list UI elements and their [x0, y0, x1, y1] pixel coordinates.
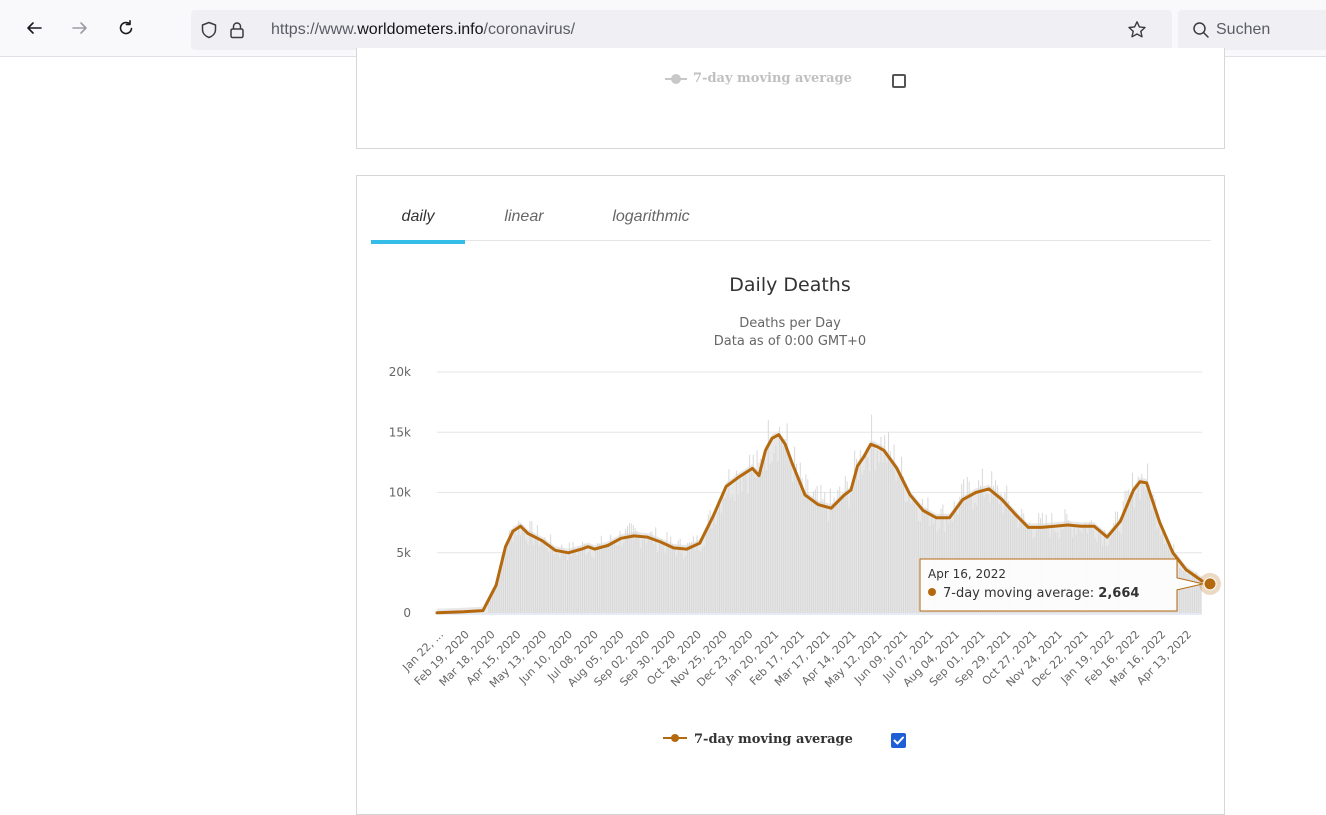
search-placeholder: Suchen — [1216, 21, 1271, 38]
legend-item-top[interactable]: 7-day moving average — [665, 71, 852, 86]
url-path: /coronavirus/ — [483, 21, 576, 38]
tooltip-series-label: 7-day moving average: — [943, 586, 1094, 601]
x-axis-ticks: Jan 22, ...Feb 19, 2020Mar 18, 2020Apr 1… — [399, 628, 1194, 690]
y-tick-label: 15k — [389, 425, 411, 439]
tooltip-value: 2,664 — [1098, 586, 1139, 601]
legend-marker-dot — [671, 734, 679, 742]
forward-button[interactable] — [66, 14, 94, 42]
previous-chart-panel: 7-day moving average — [356, 48, 1225, 149]
tooltip: Apr 16, 2022 7-day moving average: 2,664 — [919, 558, 1204, 612]
shield-icon[interactable] — [199, 20, 219, 40]
tooltip-date: Apr 16, 2022 — [928, 567, 1006, 581]
legend-label: 7-day moving average — [693, 71, 852, 86]
reload-button[interactable] — [112, 14, 140, 42]
daily-deaths-panel: daily linear logarithmic Daily Deaths De… — [356, 175, 1225, 815]
checkbox-box — [891, 733, 906, 748]
url-host: worldometers.info — [357, 21, 484, 38]
tooltip-row: 7-day moving average: 2,664 — [943, 586, 1139, 601]
legend-marker-icon — [665, 73, 687, 84]
daily-deaths-chart: Daily Deaths Deaths per Day Data as of 0… — [389, 274, 1221, 748]
url-bar[interactable]: https://www.worldometers.info/coronaviru… — [191, 10, 1172, 50]
reload-icon — [119, 20, 133, 35]
legend-item-bottom[interactable]: 7-day moving average — [663, 732, 853, 747]
y-tick-label: 10k — [389, 486, 411, 500]
tooltip-series-dot — [928, 588, 936, 596]
y-tick-label: 5k — [396, 546, 411, 560]
star-icon[interactable] — [1126, 19, 1148, 41]
chart-subtitle-1: Deaths per Day — [739, 316, 841, 331]
url-text[interactable]: https://www.worldometers.info/coronaviru… — [271, 20, 575, 40]
chart-subtitle-2: Data as of 0:00 GMT+0 — [714, 334, 866, 349]
hover-point[interactable] — [1203, 577, 1217, 591]
back-button[interactable] — [20, 14, 48, 42]
lock-icon[interactable] — [227, 20, 247, 40]
legend-checkbox-unchecked[interactable] — [892, 74, 906, 88]
search-box[interactable]: Suchen — [1178, 10, 1326, 50]
forward-icon — [72, 22, 87, 34]
y-tick-label: 20k — [389, 365, 411, 379]
chart-title: Daily Deaths — [729, 274, 850, 296]
legend-label-bottom: 7-day moving average — [694, 732, 853, 747]
url-prefix: https://www. — [271, 21, 358, 38]
legend-checkbox-checked[interactable] — [891, 733, 906, 748]
back-icon — [27, 22, 42, 34]
y-axis-ticks: 0 5k 10k 15k 20k — [389, 365, 411, 620]
search-icon — [1193, 22, 1209, 38]
y-tick-label: 0 — [403, 606, 411, 620]
